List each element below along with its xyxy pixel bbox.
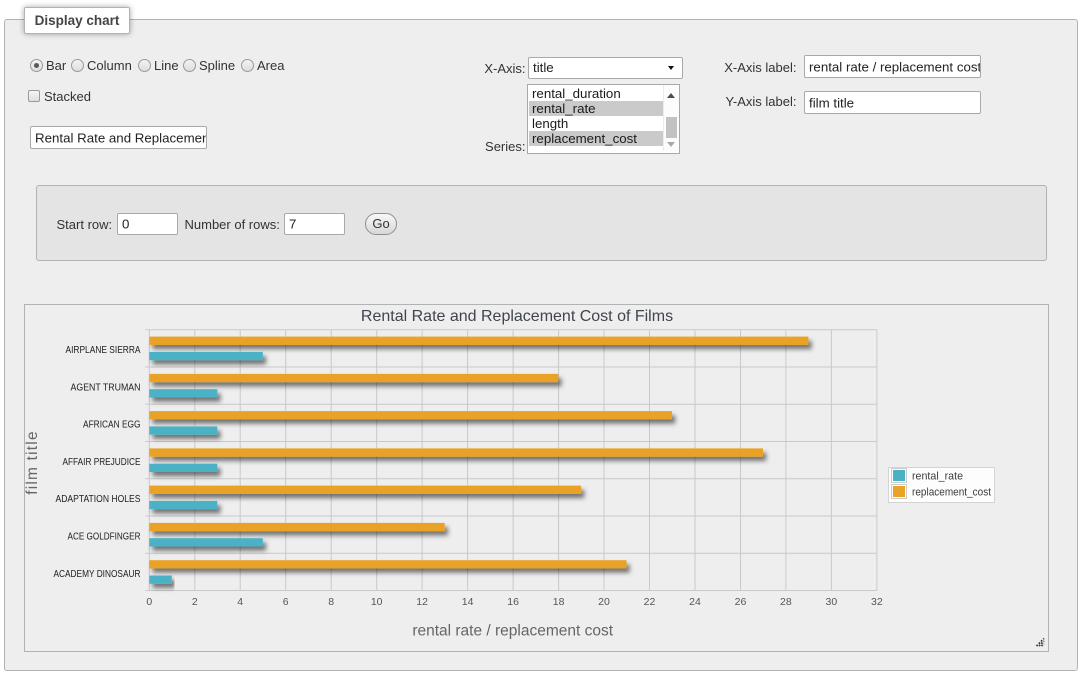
svg-text:replacement_cost: replacement_cost [912,487,991,499]
svg-text:AFFAIR PREJUDICE: AFFAIR PREJUDICE [63,457,141,468]
svg-text:2: 2 [192,596,198,608]
svg-text:8: 8 [328,596,334,608]
svg-text:Rental Rate and Replacement Co: Rental Rate and Replacement Cost of Film… [361,308,673,325]
svg-text:30: 30 [826,596,838,608]
svg-text:28: 28 [780,596,792,608]
svg-text:AFRICAN EGG: AFRICAN EGG [83,420,141,431]
svg-text:32: 32 [871,596,883,608]
svg-text:24: 24 [689,596,701,608]
svg-text:rental rate / replacement cost: rental rate / replacement cost [412,622,613,639]
svg-text:AIRPLANE SIERRA: AIRPLANE SIERRA [66,345,141,356]
svg-text:10: 10 [371,596,383,608]
svg-text:22: 22 [644,596,656,608]
svg-text:0: 0 [146,596,152,608]
svg-text:16: 16 [507,596,519,608]
svg-text:20: 20 [598,596,610,608]
svg-text:14: 14 [462,596,474,608]
svg-text:film title: film title [25,430,41,495]
svg-text:ACE GOLDFINGER: ACE GOLDFINGER [68,532,141,543]
svg-text:26: 26 [735,596,747,608]
svg-text:6: 6 [283,596,289,608]
svg-text:rental_rate: rental_rate [912,471,963,483]
svg-text:4: 4 [237,596,243,608]
svg-text:AGENT TRUMAN: AGENT TRUMAN [71,383,141,394]
svg-text:ADAPTATION HOLES: ADAPTATION HOLES [56,494,141,505]
svg-text:18: 18 [553,596,565,608]
svg-text:12: 12 [416,596,428,608]
svg-text:ACADEMY DINOSAUR: ACADEMY DINOSAUR [54,569,141,580]
